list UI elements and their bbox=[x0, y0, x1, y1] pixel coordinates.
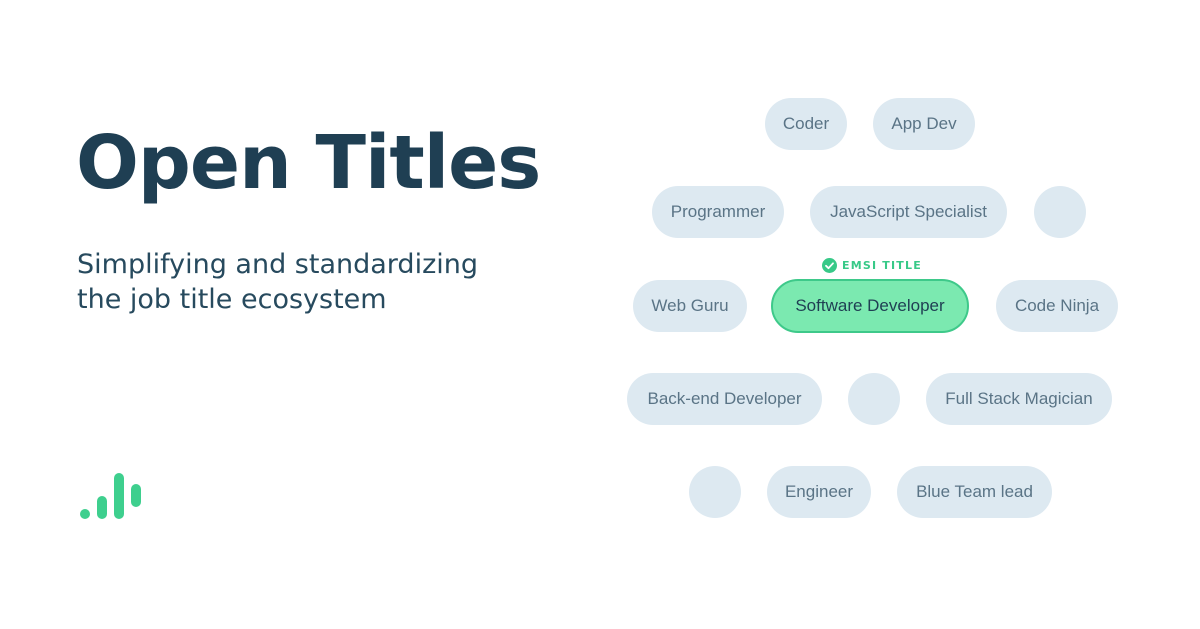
check-circle-icon bbox=[822, 258, 837, 273]
chip-blank bbox=[1034, 186, 1086, 238]
chip-back-end-developer: Back-end Developer bbox=[627, 373, 822, 425]
chip-code-ninja: Code Ninja bbox=[996, 280, 1118, 332]
chip-blank bbox=[689, 466, 741, 518]
chip-blank bbox=[848, 373, 900, 425]
chip-engineer: Engineer bbox=[767, 466, 871, 518]
bar-chart-logo-icon bbox=[80, 473, 141, 519]
chip-app-dev: App Dev bbox=[873, 98, 975, 150]
emsi-title-label: EMSI TITLE bbox=[842, 259, 922, 272]
chip-full-stack-magician: Full Stack Magician bbox=[926, 373, 1112, 425]
page-title: Open Titles bbox=[76, 120, 541, 206]
subtitle-line-1: Simplifying and standardizing bbox=[77, 249, 478, 280]
chip-javascript-specialist: JavaScript Specialist bbox=[810, 186, 1007, 238]
subtitle-line-2: the job title ecosystem bbox=[77, 284, 387, 315]
page-subtitle: Simplifying and standardizing the job ti… bbox=[77, 247, 478, 317]
emsi-title-badge: EMSI TITLE bbox=[822, 258, 922, 273]
chip-blue-team-lead: Blue Team lead bbox=[897, 466, 1052, 518]
chip-web-guru: Web Guru bbox=[633, 280, 747, 332]
chip-coder: Coder bbox=[765, 98, 847, 150]
chip-programmer: Programmer bbox=[652, 186, 784, 238]
chip-software-developer: Software Developer bbox=[771, 279, 969, 333]
